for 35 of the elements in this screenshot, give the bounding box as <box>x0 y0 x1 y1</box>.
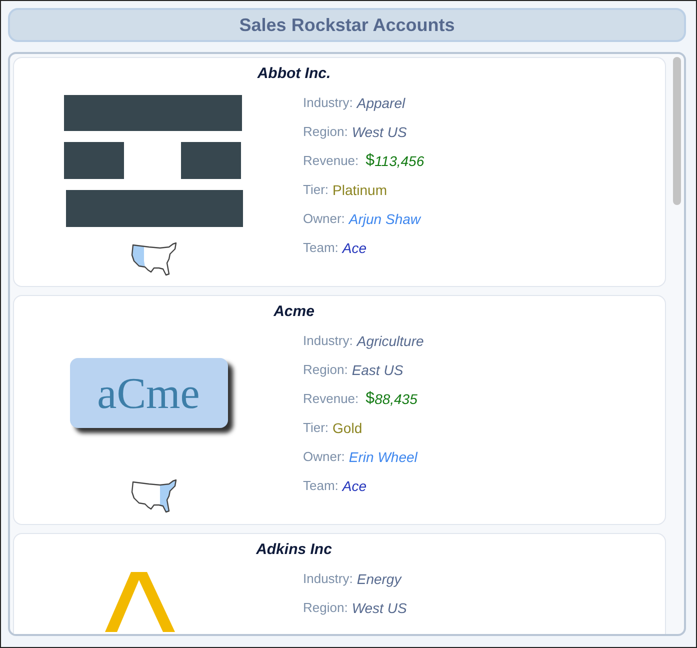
field-value: Apparel <box>356 94 406 110</box>
field-label: Region: <box>303 600 348 615</box>
field-label: Tier: <box>303 182 329 197</box>
field-value: East US <box>352 362 404 378</box>
field-label: Industry: <box>303 571 353 586</box>
field-value: Ace <box>342 240 367 256</box>
field-label: Region: <box>303 124 348 139</box>
field-label: Team: <box>303 240 338 255</box>
field-label: Region: <box>303 362 348 377</box>
field-value: Arjun Shaw <box>348 210 420 226</box>
field-value: West US <box>352 124 407 140</box>
account-name: Adkins Inc <box>255 541 333 558</box>
field-label: Tier: <box>303 420 329 435</box>
field-value: West US <box>352 600 407 616</box>
currency-symbol: $ <box>366 152 375 170</box>
field-value: 113,456 <box>374 152 424 168</box>
field-value: Ace <box>342 478 367 494</box>
field-label: Revenue: <box>303 153 359 168</box>
account-name: Abbot Inc. <box>256 65 332 82</box>
field-value: Erin Wheel <box>348 448 418 464</box>
field-label: Industry: <box>303 95 353 110</box>
field-value: Gold <box>332 420 362 436</box>
field-value: Platinum <box>332 182 387 198</box>
field-label: Owner: <box>303 211 345 226</box>
field-label: Revenue: <box>303 391 359 406</box>
field-label: Industry: <box>303 333 353 348</box>
field-label: Owner: <box>303 449 345 464</box>
account-name: Acme <box>272 303 316 320</box>
field-value: 88,435 <box>374 390 418 406</box>
field-label: Team: <box>303 478 338 493</box>
page-title: Sales Rockstar Accounts <box>239 14 455 36</box>
field-value: Energy <box>356 570 402 586</box>
currency-symbol: $ <box>366 390 375 408</box>
field-value: Agriculture <box>356 332 424 348</box>
logo-wordmark: aCme <box>70 358 228 428</box>
